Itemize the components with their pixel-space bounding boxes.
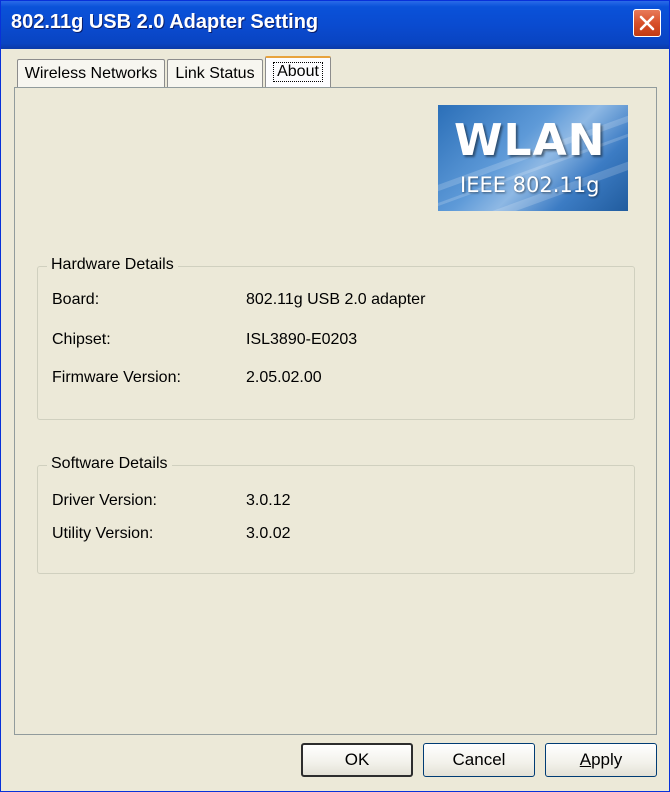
chipset-label: Chipset: <box>52 331 111 348</box>
tab-link-status[interactable]: Link Status <box>167 59 263 87</box>
ok-button[interactable]: OK <box>301 743 413 777</box>
title-bar[interactable]: 802.11g USB 2.0 Adapter Setting <box>1 1 669 49</box>
tab-about[interactable]: About <box>265 56 331 88</box>
close-button[interactable] <box>633 9 661 37</box>
cancel-button[interactable]: Cancel <box>423 743 535 777</box>
firmware-version-label: Firmware Version: <box>52 369 181 386</box>
utility-version-value: 3.0.02 <box>246 525 291 542</box>
logo-text: WLAN <box>454 115 606 166</box>
logo-subtext: IEEE 802.11g <box>460 173 600 197</box>
group-title: Hardware Details <box>47 256 178 274</box>
window-title: 802.11g USB 2.0 Adapter Setting <box>11 11 319 33</box>
utility-version-label: Utility Version: <box>52 525 154 542</box>
apply-label-rest: pply <box>591 750 623 769</box>
tab-label: About <box>273 62 323 82</box>
wlan-logo: WLAN IEEE 802.11g <box>438 105 628 211</box>
dialog-window: 802.11g USB 2.0 Adapter Setting Wireless… <box>0 0 670 792</box>
tab-label: Wireless Networks <box>24 65 158 82</box>
software-details-group: Software Details Driver Version: 3.0.12 … <box>37 455 635 574</box>
driver-version-label: Driver Version: <box>52 492 157 509</box>
about-panel: WLAN IEEE 802.11g Hardware Details Board… <box>14 87 657 735</box>
board-value: 802.11g USB 2.0 adapter <box>246 291 426 308</box>
tab-label: Link Status <box>175 65 255 82</box>
driver-version-value: 3.0.12 <box>246 492 291 509</box>
hardware-details-group: Hardware Details Board: 802.11g USB 2.0 … <box>37 256 635 420</box>
apply-accelerator: A <box>579 750 592 769</box>
board-label: Board: <box>52 291 100 308</box>
close-icon <box>639 15 655 31</box>
apply-button[interactable]: Apply <box>545 743 657 777</box>
chipset-value: ISL3890-E0203 <box>246 331 358 348</box>
firmware-version-value: 2.05.02.00 <box>246 369 322 386</box>
tab-wireless-networks[interactable]: Wireless Networks <box>17 59 165 87</box>
group-title: Software Details <box>47 455 172 473</box>
